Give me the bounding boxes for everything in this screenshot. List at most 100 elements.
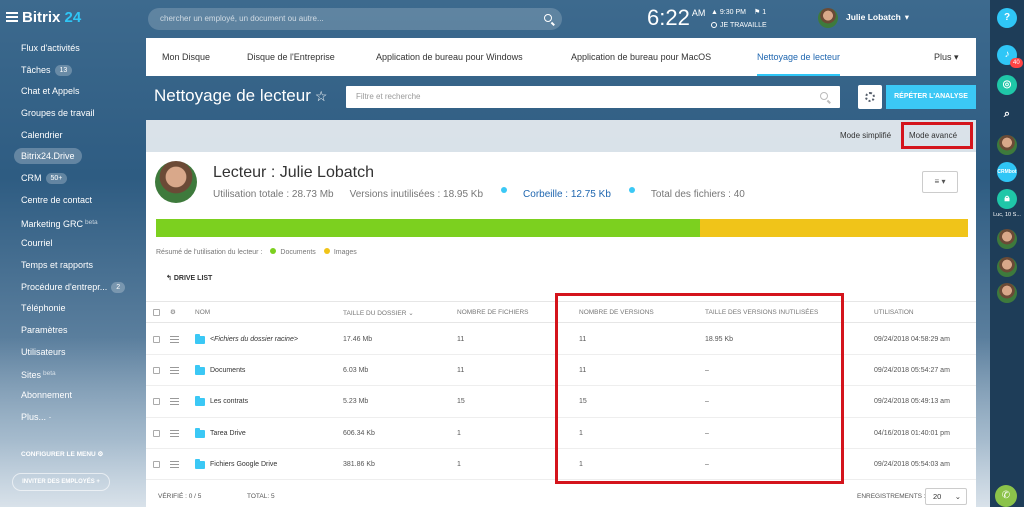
- sidebar-item[interactable]: Bitrix24.Drive: [0, 146, 146, 168]
- repeat-analysis-button[interactable]: RÉPÉTER L'ANALYSE: [886, 85, 976, 109]
- avatar[interactable]: [997, 283, 1017, 303]
- configure-menu-button[interactable]: CONFIGURER LE MENU ⚙: [21, 450, 103, 458]
- info-icon[interactable]: [501, 187, 508, 193]
- notification-badge: 40: [1010, 58, 1023, 68]
- sidebar-item-label: Centre de contact: [21, 194, 93, 205]
- tab-disque-entreprise[interactable]: Disque de l'Entreprise: [247, 38, 335, 76]
- row-menu-icon[interactable]: [170, 398, 179, 406]
- simple-mode-button[interactable]: Mode simplifié: [840, 131, 891, 140]
- info-icon[interactable]: [628, 187, 635, 193]
- sidebar-item[interactable]: Plus... ·: [0, 407, 146, 429]
- tab-mon-disque[interactable]: Mon Disque: [162, 38, 210, 76]
- cell-name[interactable]: Les contrats: [210, 398, 248, 405]
- sidebar-item[interactable]: Chat et Appels: [0, 81, 146, 103]
- search-icon[interactable]: ⌕: [997, 104, 1017, 124]
- folder-icon: [195, 396, 205, 407]
- tab-app-windows[interactable]: Application de bureau pour Windows: [376, 38, 523, 76]
- tab-app-macos[interactable]: Application de bureau pour MacOS: [571, 38, 711, 76]
- sidebar-item-label: Tâches: [21, 64, 51, 75]
- sidebar-item-label: Procédure d'entrepr...: [21, 281, 108, 292]
- row-menu-icon[interactable]: [170, 336, 179, 343]
- row-menu-icon[interactable]: [170, 429, 179, 437]
- crm-bot-icon[interactable]: CRMbot: [997, 162, 1017, 182]
- sidebar-item-label: Temps et rapports: [21, 259, 94, 270]
- page-header: Nettoyage de lecteur ☆ Filtre et recherch…: [146, 76, 976, 120]
- row-checkbox[interactable]: [153, 398, 160, 406]
- records-per-page-select[interactable]: 20 ⌄: [925, 488, 967, 505]
- col-file-count[interactable]: NOMBRE DE FICHIERS: [457, 309, 529, 316]
- chevron-down-icon: ▾: [904, 12, 910, 22]
- timeline-icon[interactable]: ◎: [997, 75, 1017, 95]
- cell-name[interactable]: <Fichiers du dossier racine>: [210, 336, 298, 343]
- cell-name[interactable]: Tarea Drive: [210, 430, 246, 437]
- sidebar-item[interactable]: Téléphonie: [0, 298, 146, 320]
- tab-plus[interactable]: Plus ▾: [934, 38, 959, 76]
- avatar[interactable]: [997, 135, 1017, 155]
- sidebar-item[interactable]: Tâches 13: [0, 60, 146, 82]
- list-menu-button[interactable]: ≡ ▾: [922, 171, 958, 193]
- cell-files: 11: [457, 336, 465, 343]
- total-files: Total des fichiers : 40: [650, 189, 745, 200]
- sidebar-item[interactable]: Paramètres: [0, 320, 146, 342]
- avatar: [155, 161, 197, 203]
- row-checkbox[interactable]: [153, 367, 160, 375]
- count-badge: 50+: [45, 173, 68, 185]
- clock[interactable]: 6:22 AM: [647, 5, 705, 31]
- tab-nettoyage[interactable]: Nettoyage de lecteur: [757, 38, 841, 76]
- sidebar-item[interactable]: Marketing GRC beta: [0, 212, 146, 234]
- row-menu-icon[interactable]: [170, 460, 179, 468]
- folder-icon: [195, 458, 205, 469]
- row-checkbox[interactable]: [153, 460, 160, 468]
- search-icon[interactable]: [820, 92, 828, 100]
- sidebar-item[interactable]: Temps et rapports: [0, 255, 146, 277]
- col-usage[interactable]: UTILISATION: [874, 309, 914, 316]
- select-all-checkbox[interactable]: [153, 309, 160, 316]
- row-checkbox[interactable]: [153, 336, 160, 343]
- lock-icon[interactable]: 🔒︎: [997, 189, 1017, 209]
- status-icon: [711, 22, 717, 28]
- drive-list-link[interactable]: ↰ DRIVE LIST: [166, 274, 212, 282]
- work-day-status[interactable]: ▲ 9:30 PM ⚑ 1 JE TRAVAILLE: [711, 6, 767, 32]
- avatar[interactable]: [997, 229, 1017, 249]
- flag-icon: ⚑: [753, 9, 761, 16]
- filter-search-input[interactable]: Filtre et recherche: [346, 86, 840, 108]
- row-checkbox[interactable]: [153, 429, 160, 437]
- col-name[interactable]: NOM: [195, 309, 210, 316]
- trash-link[interactable]: Corbeille : 12.75 Kb: [523, 189, 611, 200]
- sidebar-item[interactable]: Groupes de travail: [0, 103, 146, 125]
- settings-button[interactable]: [858, 85, 882, 109]
- sidebar-item-label: Flux d'activités: [21, 43, 80, 53]
- sidebar-item[interactable]: Sites beta: [0, 363, 146, 385]
- cell-usage: 09/24/2018 05:49:13 am: [874, 398, 950, 406]
- cell-size: 17.46 Mb: [343, 336, 373, 343]
- logo[interactable]: Bitrix 24: [22, 9, 81, 26]
- sidebar-item[interactable]: Utilisateurs: [0, 342, 146, 364]
- sidebar-item[interactable]: Centre de contact: [0, 190, 146, 212]
- menu-icon[interactable]: [6, 12, 18, 22]
- invite-employees-button[interactable]: INVITER DES EMPLOYÉS +: [12, 473, 110, 491]
- star-icon[interactable]: ☆: [315, 88, 328, 104]
- sidebar-item[interactable]: Courriel: [0, 233, 146, 255]
- total-usage: Utilisation totale : 28.73 Mb: [213, 189, 334, 200]
- user-menu[interactable]: Julie Lobatch ▾: [818, 7, 909, 28]
- sidebar-item-label: Marketing GRC: [21, 218, 84, 229]
- avatar[interactable]: [997, 257, 1017, 277]
- cell-usage: 09/24/2018 05:54:03 am: [874, 460, 950, 468]
- sidebar-item[interactable]: Calendrier: [0, 125, 146, 147]
- count-badge: 13: [54, 64, 73, 76]
- col-folder-size[interactable]: TAILLE DU DOSSIER ⌄: [343, 309, 414, 317]
- cell-name[interactable]: Fichiers Google Drive: [210, 461, 277, 468]
- help-icon[interactable]: ?: [997, 8, 1017, 28]
- sidebar-item[interactable]: Abonnement: [0, 385, 146, 407]
- avatar: [818, 7, 838, 28]
- sidebar-item[interactable]: CRM 50+: [0, 168, 146, 190]
- sidebar-item-label: Téléphonie: [21, 303, 66, 314]
- sidebar-item[interactable]: Flux d'activités: [0, 38, 146, 60]
- sidebar-item[interactable]: Procédure d'entrepr... 2: [0, 277, 146, 299]
- gear-icon[interactable]: ⚙: [170, 308, 176, 316]
- phone-icon[interactable]: ✆: [995, 485, 1017, 507]
- global-search-input[interactable]: chercher un employé, un document ou autr…: [148, 8, 562, 30]
- search-icon[interactable]: [544, 14, 552, 22]
- cell-name[interactable]: Documents: [210, 367, 245, 374]
- row-menu-icon[interactable]: [170, 367, 179, 375]
